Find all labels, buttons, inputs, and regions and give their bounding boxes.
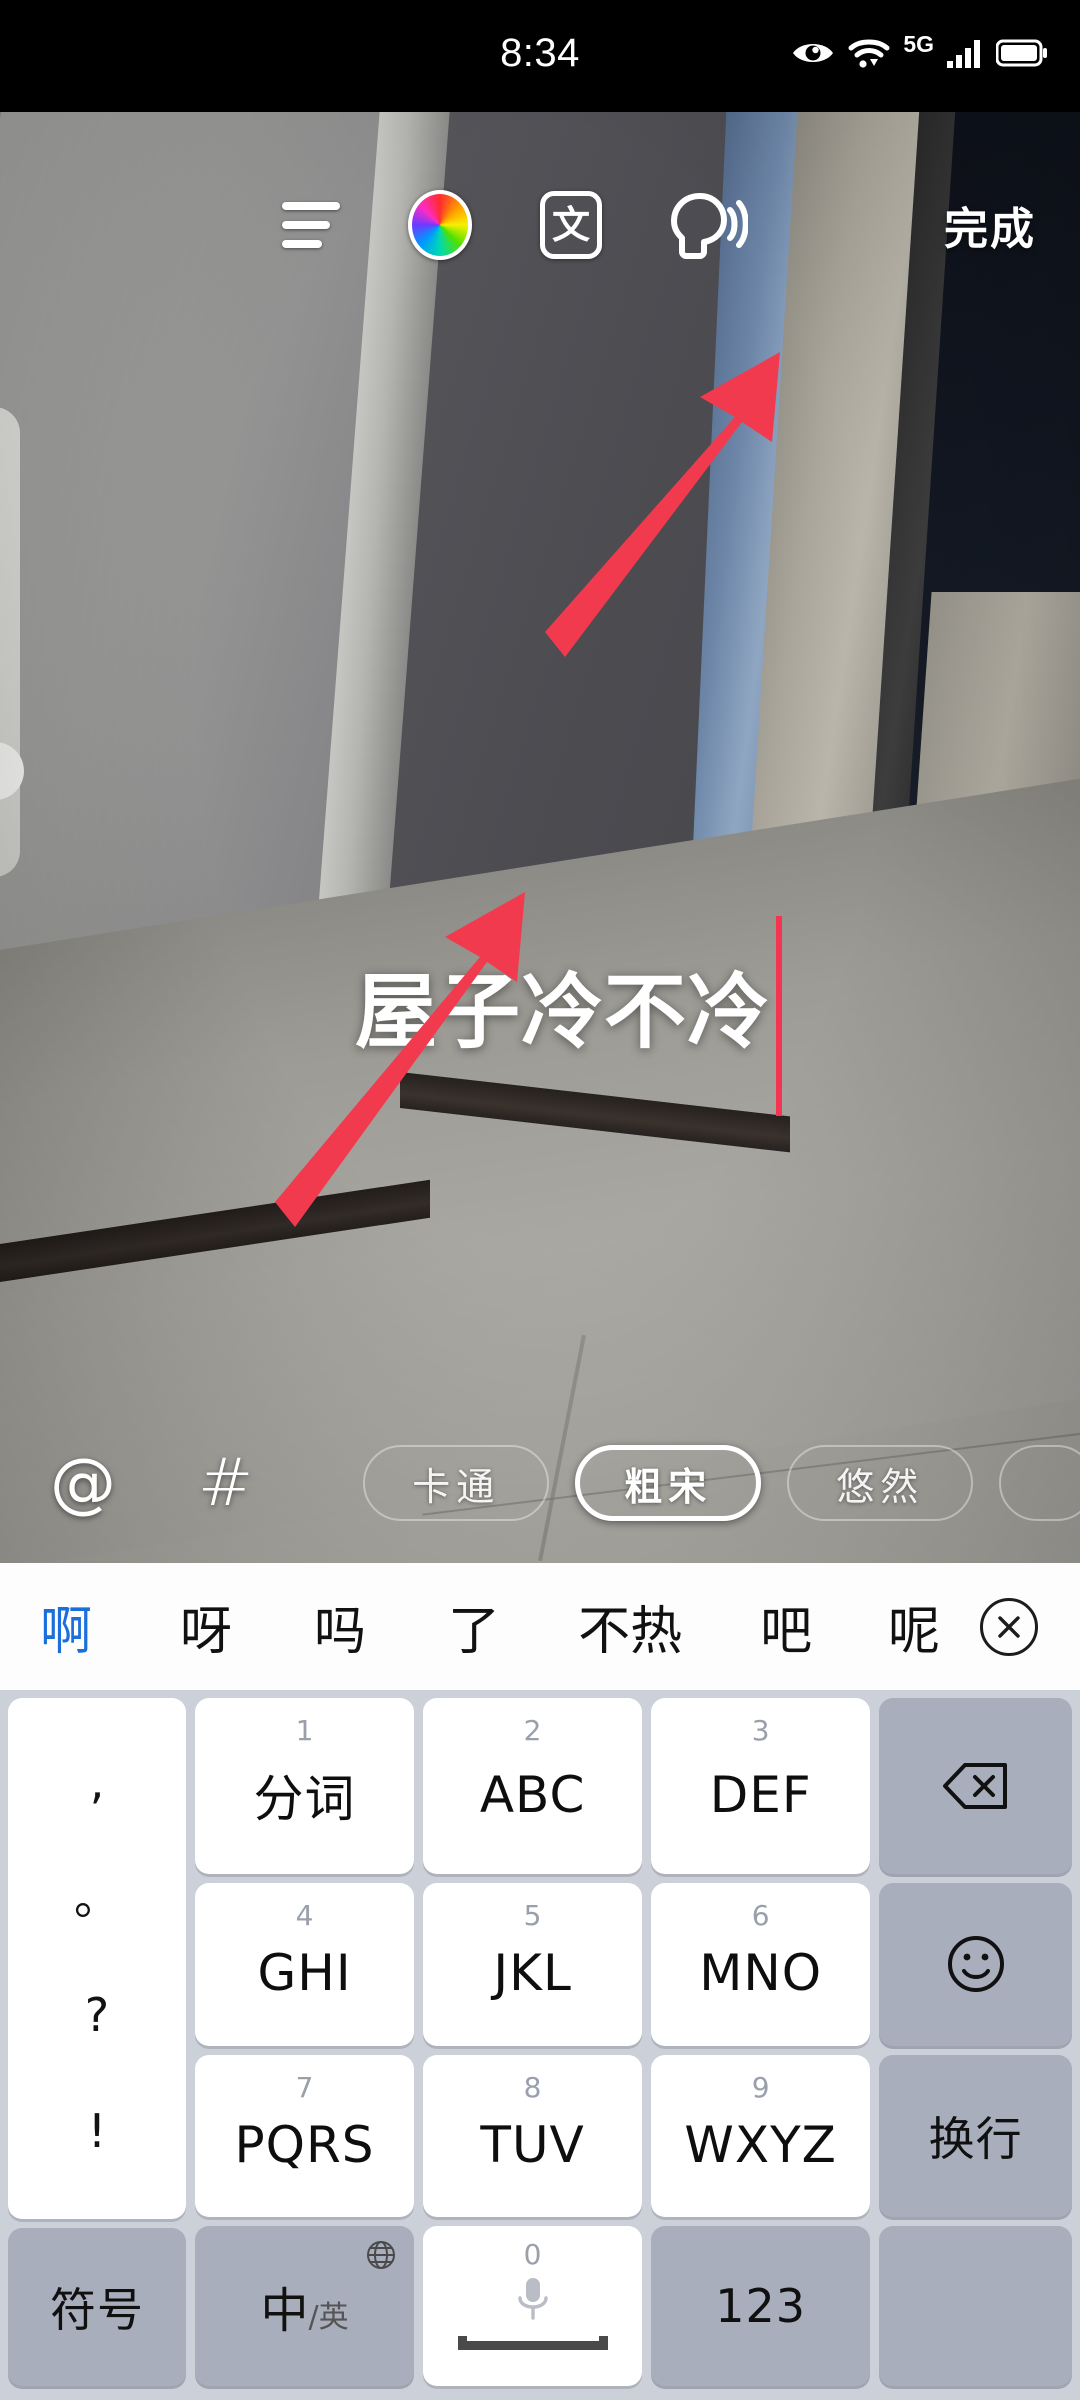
symbol-key-label: 符号	[50, 2283, 144, 2338]
photo-canvas[interactable]: 屋子冷不冷 @ # 卡通 粗宋 悠然	[0, 112, 1080, 1563]
enter-key-label: 换行	[928, 2111, 1023, 2166]
key-1-label: 分词	[253, 1770, 356, 1829]
key-6-number: 6	[751, 1899, 770, 1933]
key-5-jkl[interactable]: 5 JKL	[423, 1883, 643, 2046]
key-3-number: 3	[751, 1714, 770, 1747]
key-4-number: 4	[295, 1899, 314, 1933]
done-button[interactable]: 完成	[944, 193, 1036, 257]
candidate-item-2[interactable]: 吗	[314, 1589, 366, 1664]
keyboard-bottom-row: 中 /英 0 123	[195, 2226, 1072, 2386]
emoji-key[interactable]	[879, 1883, 1072, 2046]
lang-en-label: /英	[308, 2300, 349, 2335]
language-toggle-label: 中 /英	[260, 2271, 348, 2341]
font-chip-youran[interactable]: 悠然	[787, 1445, 974, 1521]
key-9-wxyz[interactable]: 9 WXYZ	[651, 2054, 871, 2217]
key-5-label: JKL	[493, 1944, 572, 2003]
text-overlay[interactable]: 屋子冷不冷	[355, 892, 783, 1116]
battery-icon	[996, 39, 1048, 67]
key-7-label: PQRS	[234, 2115, 375, 2174]
font-chip-next-partial[interactable]	[999, 1445, 1080, 1521]
key-1-number: 1	[295, 1714, 314, 1747]
overlay-text-content: 屋子冷不冷	[355, 963, 771, 1060]
eye-care-icon	[791, 38, 835, 68]
backspace-icon	[942, 1763, 1007, 1810]
punct-exclaim[interactable]: !	[88, 2108, 106, 2154]
key-1-fenci[interactable]: 1 分词	[195, 1698, 415, 1875]
emoji-icon	[947, 1936, 1004, 1993]
lang-zh-label: 中	[260, 2283, 309, 2339]
symbol-key[interactable]: 符号	[8, 2228, 186, 2386]
phone-screen: 屋子冷不冷 @ # 卡通 粗宋 悠然 文 完成 8:34 5G 啊 呀 吗 了 …	[0, 0, 1080, 2400]
toolbar-icon-group: 文	[282, 190, 748, 260]
key-5-number: 5	[523, 1899, 542, 1933]
speaking-head-icon	[671, 193, 748, 259]
numeric-key-label: 123	[715, 2279, 807, 2333]
font-chip-katong[interactable]: 卡通	[363, 1445, 550, 1521]
close-icon	[998, 1615, 1020, 1638]
language-toggle-key[interactable]: 中 /英	[195, 2226, 415, 2386]
text-to-speech-button[interactable]	[670, 190, 748, 260]
key-6-label: MNO	[699, 1944, 823, 2003]
space-key[interactable]: 0	[423, 2226, 643, 2386]
mention-button[interactable]: @	[50, 1450, 116, 1516]
punct-period[interactable]: 。	[74, 1875, 120, 1921]
candidate-bar: 啊 呀 吗 了 不热 吧 呢	[0, 1563, 1080, 1690]
text-style-icon: 文	[540, 191, 602, 259]
enter-key[interactable]: 换行	[879, 2054, 1072, 2217]
candidate-item-3[interactable]: 了	[448, 1589, 500, 1664]
key-7-number: 7	[295, 2070, 314, 2104]
punctuation-key[interactable]: , 。 ? !	[8, 1698, 186, 2220]
candidate-item-6[interactable]: 呢	[888, 1589, 940, 1664]
status-icon-group: 5G	[791, 0, 1048, 112]
key-8-label: TUV	[480, 2115, 585, 2174]
numeric-key[interactable]: 123	[651, 2226, 871, 2386]
align-icon	[282, 202, 340, 248]
hashtag-button[interactable]: #	[198, 1450, 253, 1516]
keyboard-main: 1 分词 2 ABC 3 DEF 4 GHI 5 JKL 6 MNO 7 PQR…	[195, 1698, 1072, 2386]
font-toolbar: @ # 卡通 粗宋 悠然	[0, 1403, 1080, 1563]
signal-icon	[947, 38, 983, 68]
font-chip-list: 卡通 粗宋 悠然	[363, 1445, 1080, 1521]
status-bar: 8:34 5G	[0, 0, 1080, 112]
5g-label-icon: 5G	[903, 30, 934, 57]
key-6-mno[interactable]: 6 MNO	[651, 1883, 871, 2046]
key-7-pqrs[interactable]: 7 PQRS	[195, 2054, 415, 2217]
text-align-button[interactable]	[282, 202, 340, 248]
key-2-abc[interactable]: 2 ABC	[423, 1698, 643, 1875]
candidate-item-4[interactable]: 不热	[578, 1589, 682, 1664]
backspace-key[interactable]	[879, 1698, 1072, 1875]
candidate-item-0[interactable]: 啊	[40, 1589, 92, 1664]
key-4-ghi[interactable]: 4 GHI	[195, 1883, 415, 2046]
wifi-icon	[848, 37, 890, 69]
enter-key-bottom[interactable]	[879, 2226, 1072, 2386]
space-key-number: 0	[523, 2238, 542, 2271]
text-style-button[interactable]: 文	[540, 191, 602, 259]
color-wheel-icon	[408, 190, 472, 260]
space-mic-icon	[457, 2274, 608, 2350]
punct-comma[interactable]: ,	[90, 1759, 105, 1805]
keyboard: , 。 ? ! 符号 1 分词 2 ABC 3 DEF 4 GHI 5 JKL …	[0, 1690, 1080, 2400]
text-cursor	[776, 916, 783, 1116]
keyboard-grid: 1 分词 2 ABC 3 DEF 4 GHI 5 JKL 6 MNO 7 PQR…	[195, 1698, 1072, 2217]
key-2-number: 2	[523, 1714, 542, 1747]
key-3-def[interactable]: 3 DEF	[651, 1698, 871, 1875]
text-color-button[interactable]	[408, 190, 472, 260]
key-2-label: ABC	[479, 1766, 586, 1825]
key-8-tuv[interactable]: 8 TUV	[423, 2054, 643, 2217]
key-9-label: WXYZ	[684, 2115, 837, 2174]
candidate-item-5[interactable]: 吧	[760, 1589, 812, 1664]
font-chip-cusong-selected[interactable]: 粗宋	[575, 1445, 762, 1521]
key-4-label: GHI	[257, 1944, 352, 2003]
key-8-number: 8	[523, 2070, 542, 2104]
close-candidates-button[interactable]	[980, 1597, 1038, 1656]
key-3-label: DEF	[709, 1766, 812, 1825]
candidate-item-1[interactable]: 呀	[180, 1589, 232, 1664]
globe-icon	[366, 2240, 396, 2275]
editor-toolbar: 文 完成	[0, 175, 1080, 275]
punct-question[interactable]: ?	[85, 1992, 109, 2038]
photo-vignette	[0, 112, 1080, 1563]
space-bar-glyph	[457, 2336, 608, 2350]
key-9-number: 9	[751, 2070, 770, 2104]
